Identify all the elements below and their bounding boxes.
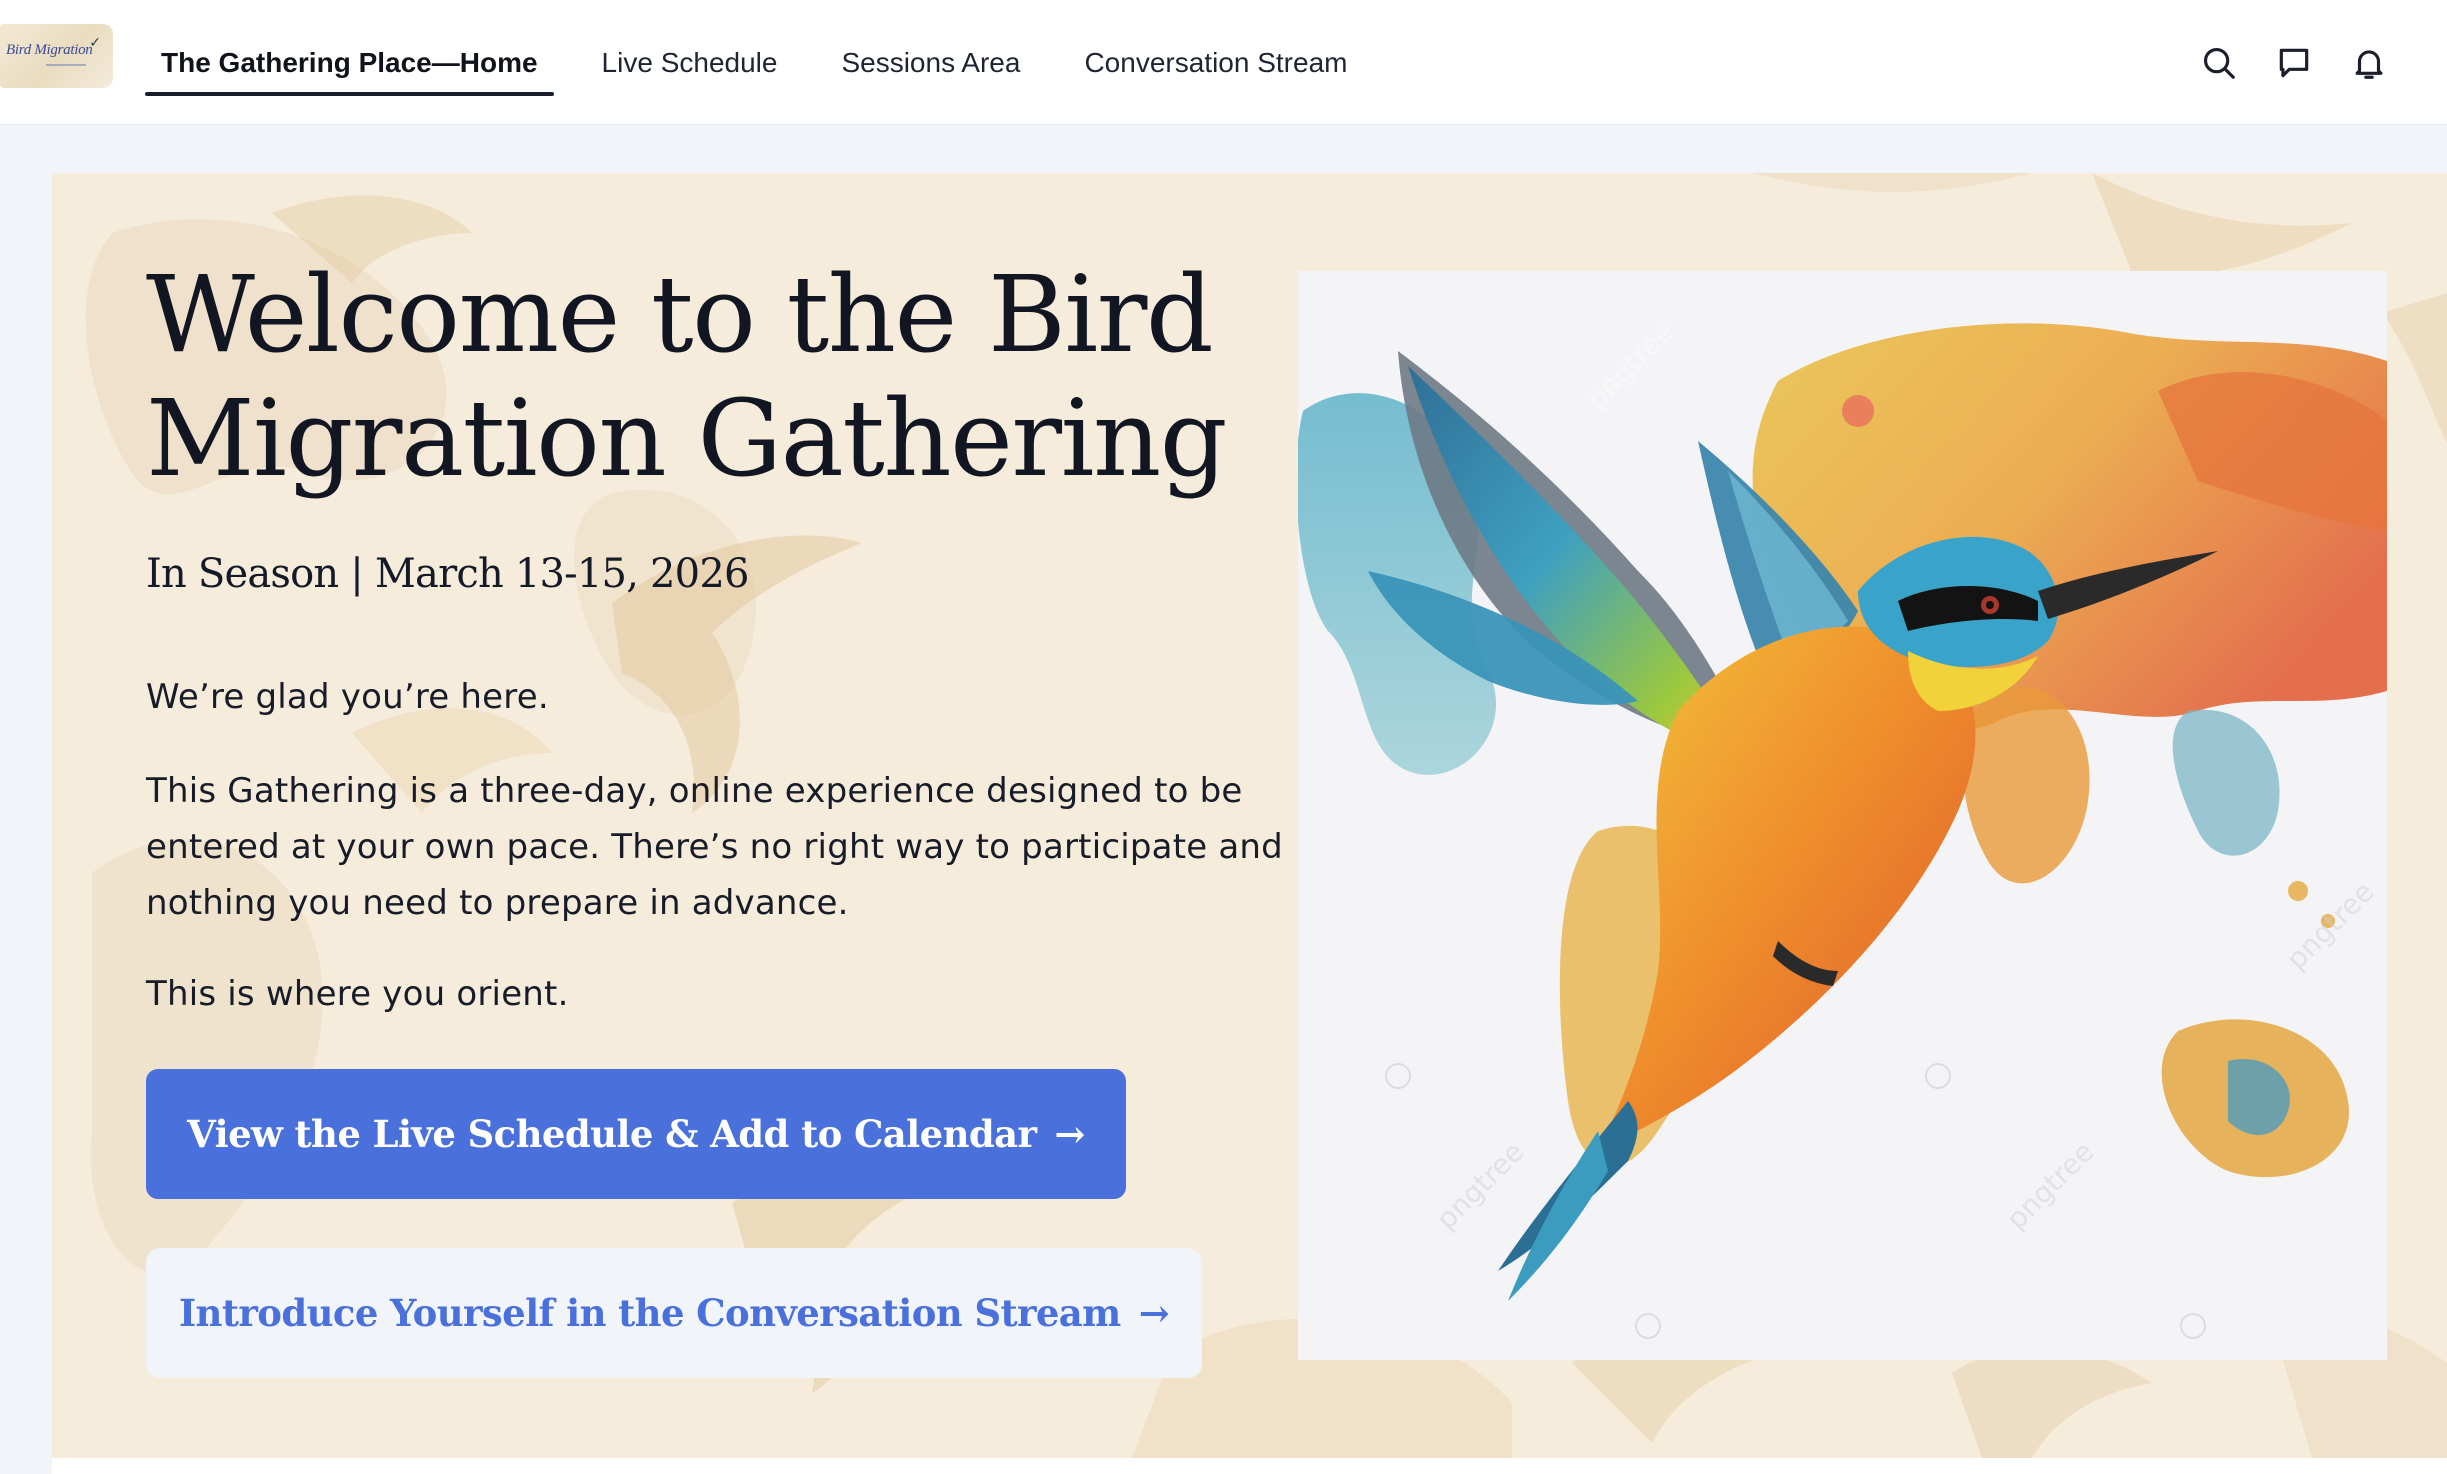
tab-sessions-area[interactable]: Sessions Area	[825, 0, 1036, 125]
arrow-right-icon: →	[1138, 1291, 1170, 1335]
content-divider	[52, 1458, 2447, 1474]
bell-icon[interactable]	[2345, 39, 2393, 87]
bird-icon: ✓	[89, 34, 101, 50]
bird-map-image: pngtree pngtree pngtree pngtree	[1298, 315, 2387, 1339]
watermark-text: pngtree	[1430, 1135, 1531, 1236]
view-schedule-button-label: View the Live Schedule & Add to Calendar	[187, 1112, 1037, 1156]
site-logo[interactable]: Bird Migration ✓	[0, 24, 113, 88]
top-navigation-bar: Bird Migration ✓ The Gathering Place—Hom…	[0, 0, 2447, 125]
event-dates: In Season | March 13-15, 2026	[146, 551, 749, 597]
description-text: This Gathering is a three-day, online ex…	[146, 771, 1283, 923]
watermark-text: pngtree	[1580, 315, 1681, 416]
view-schedule-button[interactable]: View the Live Schedule & Add to Calendar…	[146, 1069, 1126, 1199]
arrow-right-icon: →	[1054, 1112, 1085, 1156]
tab-conversation-stream-label: Conversation Stream	[1084, 46, 1348, 78]
tab-home-label: The Gathering Place—Home	[161, 46, 538, 78]
header-actions	[2195, 0, 2447, 125]
greeting-text: We’re glad you’re here.	[146, 677, 549, 717]
logo-underline	[46, 64, 86, 66]
hero-section: Welcome to the Bird Migration Gathering …	[52, 173, 2447, 1458]
introduce-yourself-button-label: Introduce Yourself in the Conversation S…	[178, 1291, 1121, 1335]
chat-icon[interactable]	[2270, 39, 2318, 87]
tab-conversation-stream[interactable]: Conversation Stream	[1068, 0, 1363, 125]
tab-live-schedule-label: Live Schedule	[601, 46, 778, 78]
introduce-yourself-button[interactable]: Introduce Yourself in the Conversation S…	[146, 1248, 1202, 1378]
tab-home[interactable]: The Gathering Place—Home	[145, 0, 554, 125]
page-title: Welcome to the Bird Migration Gathering	[146, 253, 1228, 500]
main-nav: The Gathering Place—Home Live Schedule S…	[145, 0, 1395, 125]
watermark-text: pngtree	[2000, 1135, 2101, 1236]
search-icon[interactable]	[2195, 39, 2243, 87]
orient-text: This is where you orient.	[146, 974, 569, 1014]
tab-sessions-area-label: Sessions Area	[841, 46, 1021, 78]
logo-text: Bird Migration	[6, 42, 93, 58]
hero-illustration: pngtree pngtree pngtree pngtree	[1298, 271, 2387, 1360]
tab-live-schedule[interactable]: Live Schedule	[586, 0, 794, 125]
